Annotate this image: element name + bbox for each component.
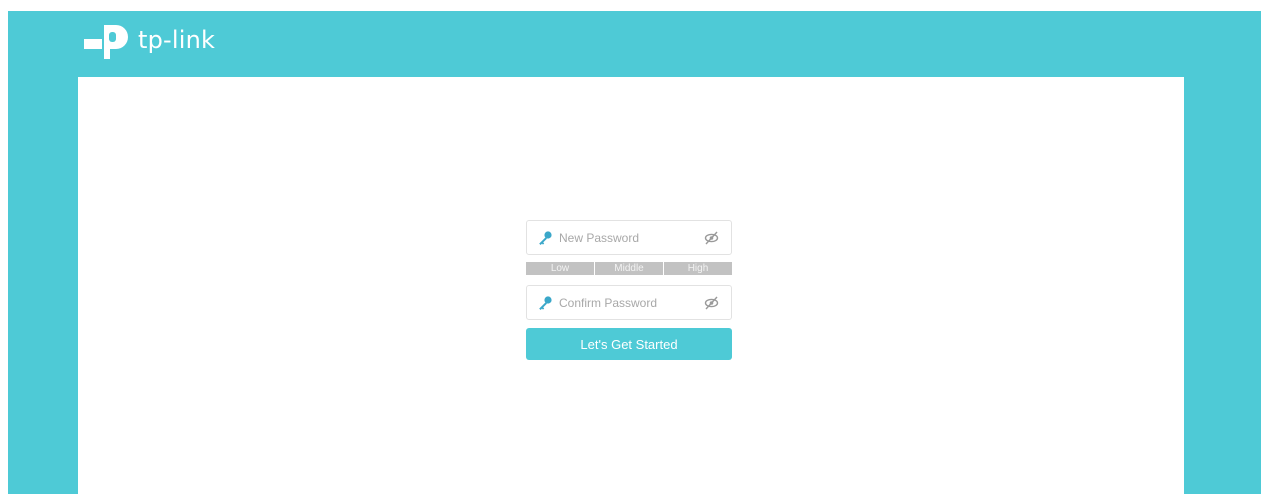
main-content: Low Middle High Let's Get Started	[78, 77, 1184, 494]
set-password-form: Low Middle High Let's Get Started	[526, 220, 732, 360]
strength-high: High	[663, 262, 732, 275]
confirm-password-input[interactable]	[559, 295, 699, 310]
new-password-field	[526, 220, 732, 255]
tp-link-logo: tp-link	[84, 23, 215, 59]
new-password-input[interactable]	[559, 230, 699, 245]
strength-middle: Middle	[594, 262, 663, 275]
key-icon	[539, 295, 552, 310]
confirm-password-field	[526, 285, 732, 320]
password-strength-meter: Low Middle High	[526, 262, 732, 275]
page-frame: tp-link Low Middle High Let's Get Starte…	[8, 11, 1261, 494]
eye-hidden-icon[interactable]	[704, 296, 719, 310]
eye-hidden-icon[interactable]	[704, 231, 719, 245]
lets-get-started-button[interactable]: Let's Get Started	[526, 328, 732, 360]
key-icon	[539, 230, 552, 245]
strength-low: Low	[526, 262, 594, 275]
tp-link-logo-icon	[84, 25, 128, 59]
logo-text: tp-link	[138, 25, 216, 54]
